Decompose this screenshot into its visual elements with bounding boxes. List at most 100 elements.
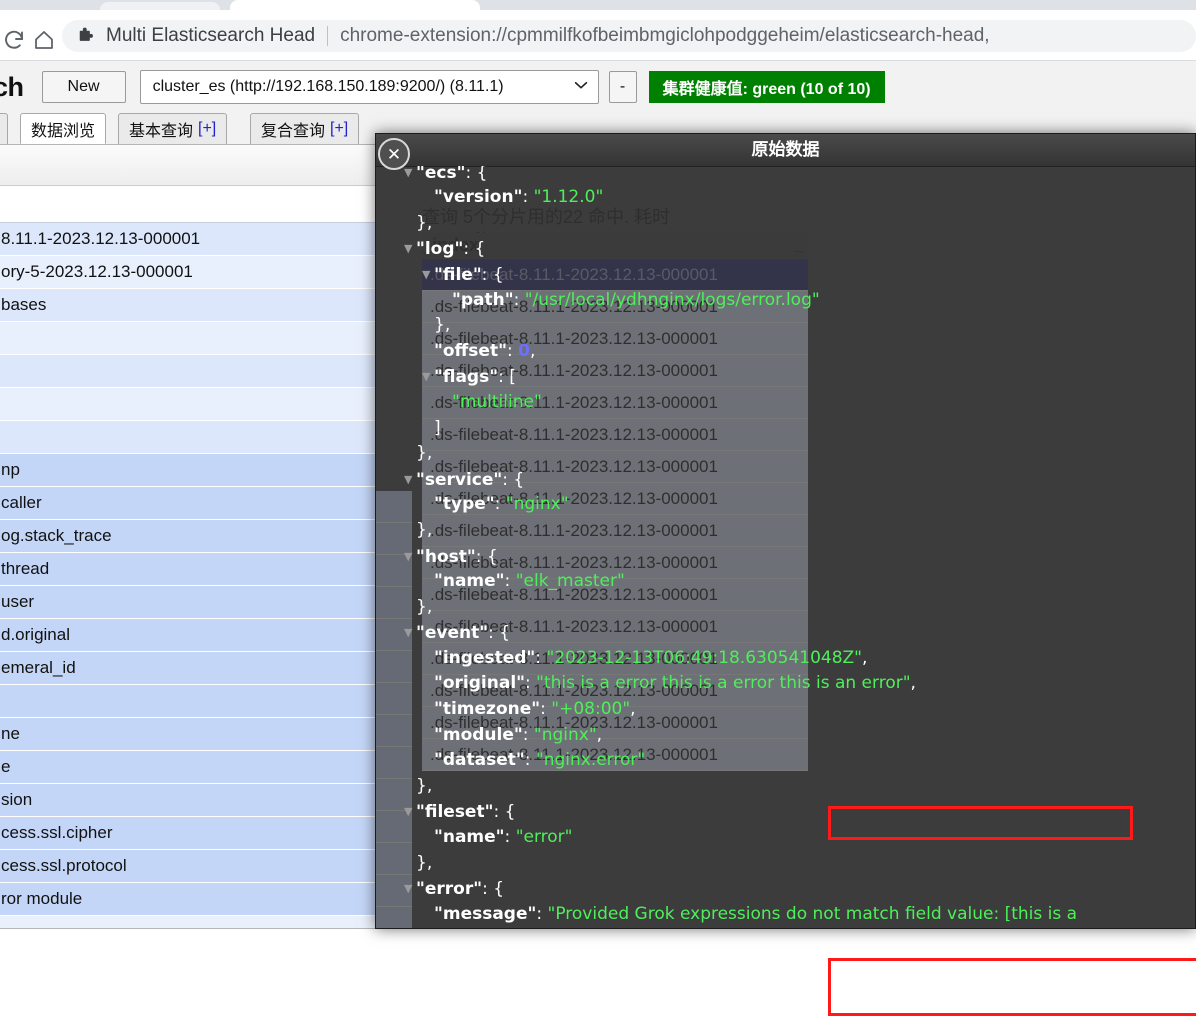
json-key: "path" — [452, 289, 514, 310]
json-value: { — [474, 239, 486, 260]
json-line[interactable]: "path": "/usr/local/ydhnginx/logs/error.… — [376, 288, 1195, 314]
tab-label: 基本查询 — [129, 123, 194, 140]
tab-expand-plus[interactable]: [+] — [330, 120, 348, 138]
json-line[interactable]: "name": "elk_master" — [376, 569, 1195, 595]
json-line[interactable]: ▼ "ecs": { — [376, 166, 1195, 185]
json-value: "Provided Grok expressions do not match … — [547, 903, 1078, 924]
json-colon: : — [504, 827, 516, 848]
json-line[interactable]: "timezone": "+08:00", — [376, 697, 1195, 723]
json-value: { — [493, 879, 505, 900]
json-line[interactable]: "module": "nginx", — [376, 723, 1195, 749]
json-value: { — [499, 623, 511, 644]
json-value: { — [504, 802, 516, 823]
json-value: 0 — [518, 340, 530, 361]
triangle-collapse-icon[interactable]: ▼ — [404, 876, 416, 902]
json-line[interactable]: "multiline" — [376, 390, 1195, 416]
json-colon: : — [463, 239, 475, 260]
json-value: "1.12.0" — [533, 187, 604, 208]
tab-strip — [0, 0, 1196, 10]
json-line[interactable]: }, — [376, 211, 1195, 237]
json-line[interactable]: ▼ "log": { — [376, 236, 1195, 262]
json-line[interactable]: ▼ "host": { — [376, 544, 1195, 570]
json-line[interactable]: "message": "Provided Grok expressions do… — [376, 902, 1195, 928]
json-value: { — [476, 166, 488, 183]
json-line[interactable]: error\nthis is a error\nthis is an error… — [376, 927, 1195, 928]
json-key: "host" — [416, 546, 476, 567]
json-value: "nginx.error" — [535, 750, 646, 771]
cluster-select[interactable]: cluster_es (http://192.168.150.189:9200/… — [139, 70, 599, 104]
json-colon: : — [475, 546, 487, 567]
tab-basic-query[interactable]: 基本查询 [+] — [118, 113, 228, 144]
json-value: "this is a error this is a error this is… — [536, 673, 911, 694]
browser-toolbar: Multi Elasticsearch Head chrome-extensio… — [0, 10, 1196, 61]
json-line[interactable]: ▼ "service": { — [376, 467, 1195, 493]
browser-tab-inactive[interactable] — [100, 2, 220, 10]
json-key: "file" — [434, 264, 482, 285]
triangle-collapse-icon[interactable]: ▼ — [404, 467, 416, 493]
json-colon: : — [522, 187, 534, 208]
json-key: "message" — [434, 903, 537, 924]
json-line[interactable]: }, — [376, 595, 1195, 621]
json-colon: : — [465, 166, 477, 183]
json-line[interactable]: }, — [376, 313, 1195, 339]
browser-tab-active[interactable] — [230, 0, 480, 10]
json-line[interactable]: }, — [376, 518, 1195, 544]
json-line[interactable]: }, — [376, 441, 1195, 467]
tab-data-browse[interactable]: 数据浏览 — [20, 113, 107, 144]
new-connection-button[interactable]: New — [41, 71, 126, 103]
tab-expand-plus[interactable]: [+] — [198, 120, 216, 138]
json-line[interactable]: ] — [376, 416, 1195, 442]
json-colon: : — [481, 264, 493, 285]
triangle-collapse-icon[interactable]: ▼ — [404, 799, 416, 825]
reload-icon[interactable] — [2, 28, 26, 52]
json-key: "module" — [434, 724, 523, 745]
json-line[interactable]: "version": "1.12.0" — [376, 185, 1195, 211]
json-line[interactable]: ▼ "flags": [ — [376, 364, 1195, 390]
triangle-collapse-icon[interactable]: ▼ — [404, 236, 416, 262]
json-line[interactable]: ▼ "file": { — [376, 262, 1195, 288]
triangle-collapse-icon[interactable]: ▼ — [422, 364, 434, 390]
json-comma: , — [529, 340, 536, 361]
triangle-collapse-icon[interactable]: ▼ — [404, 544, 416, 570]
json-line[interactable]: ▼ "error": { — [376, 876, 1195, 902]
omnibox-separator — [327, 26, 329, 46]
json-line[interactable]: }, — [376, 774, 1195, 800]
json-value: }, — [416, 443, 433, 464]
triangle-collapse-icon[interactable]: ▼ — [422, 262, 434, 288]
json-line[interactable]: }, — [376, 851, 1195, 877]
json-colon: : — [494, 494, 506, 515]
json-value: }, — [416, 519, 433, 540]
tab-overview[interactable] — [0, 113, 8, 144]
chevron-down-icon — [566, 76, 590, 98]
json-line[interactable]: ▼ "event": { — [376, 620, 1195, 646]
json-colon: : — [493, 802, 505, 823]
dialog-title: 原始数据 — [751, 140, 820, 159]
json-value: "error" — [515, 827, 573, 848]
json-line[interactable]: "ingested": "2023-12-13T06:49:18.6305410… — [376, 646, 1195, 672]
json-key: "service" — [416, 469, 503, 490]
json-line[interactable]: "type": "nginx" — [376, 492, 1195, 518]
json-key: "flags" — [434, 367, 499, 388]
json-value: { — [492, 264, 504, 285]
tab-label: 复合查询 — [261, 123, 326, 140]
json-value: }, — [434, 315, 451, 336]
json-value: "/usr/local/ydhnginx/logs/error.log" — [524, 289, 820, 310]
home-icon[interactable] — [32, 28, 56, 52]
message-highlight-box — [828, 958, 1196, 1016]
address-bar[interactable]: Multi Elasticsearch Head chrome-extensio… — [62, 20, 1196, 52]
app-logo: earch — [0, 71, 24, 102]
json-colon: : — [540, 699, 552, 720]
json-line[interactable]: "offset": 0, — [376, 339, 1195, 365]
json-value: }, — [416, 212, 433, 233]
dialog-titlebar[interactable]: 原始数据 — [376, 134, 1195, 167]
json-value: }, — [416, 775, 433, 796]
puzzle-piece-icon — [76, 26, 96, 46]
triangle-collapse-icon[interactable]: ▼ — [404, 166, 416, 185]
json-value: }, — [416, 852, 433, 873]
remove-connection-button[interactable]: - — [608, 71, 637, 103]
json-line[interactable]: "original": "this is a error this is a e… — [376, 671, 1195, 697]
tab-compound-query[interactable]: 复合查询 [+] — [250, 113, 360, 144]
triangle-collapse-icon[interactable]: ▼ — [404, 620, 416, 646]
json-line[interactable]: "dataset": "nginx.error" — [376, 748, 1195, 774]
json-value: ] — [434, 417, 441, 438]
